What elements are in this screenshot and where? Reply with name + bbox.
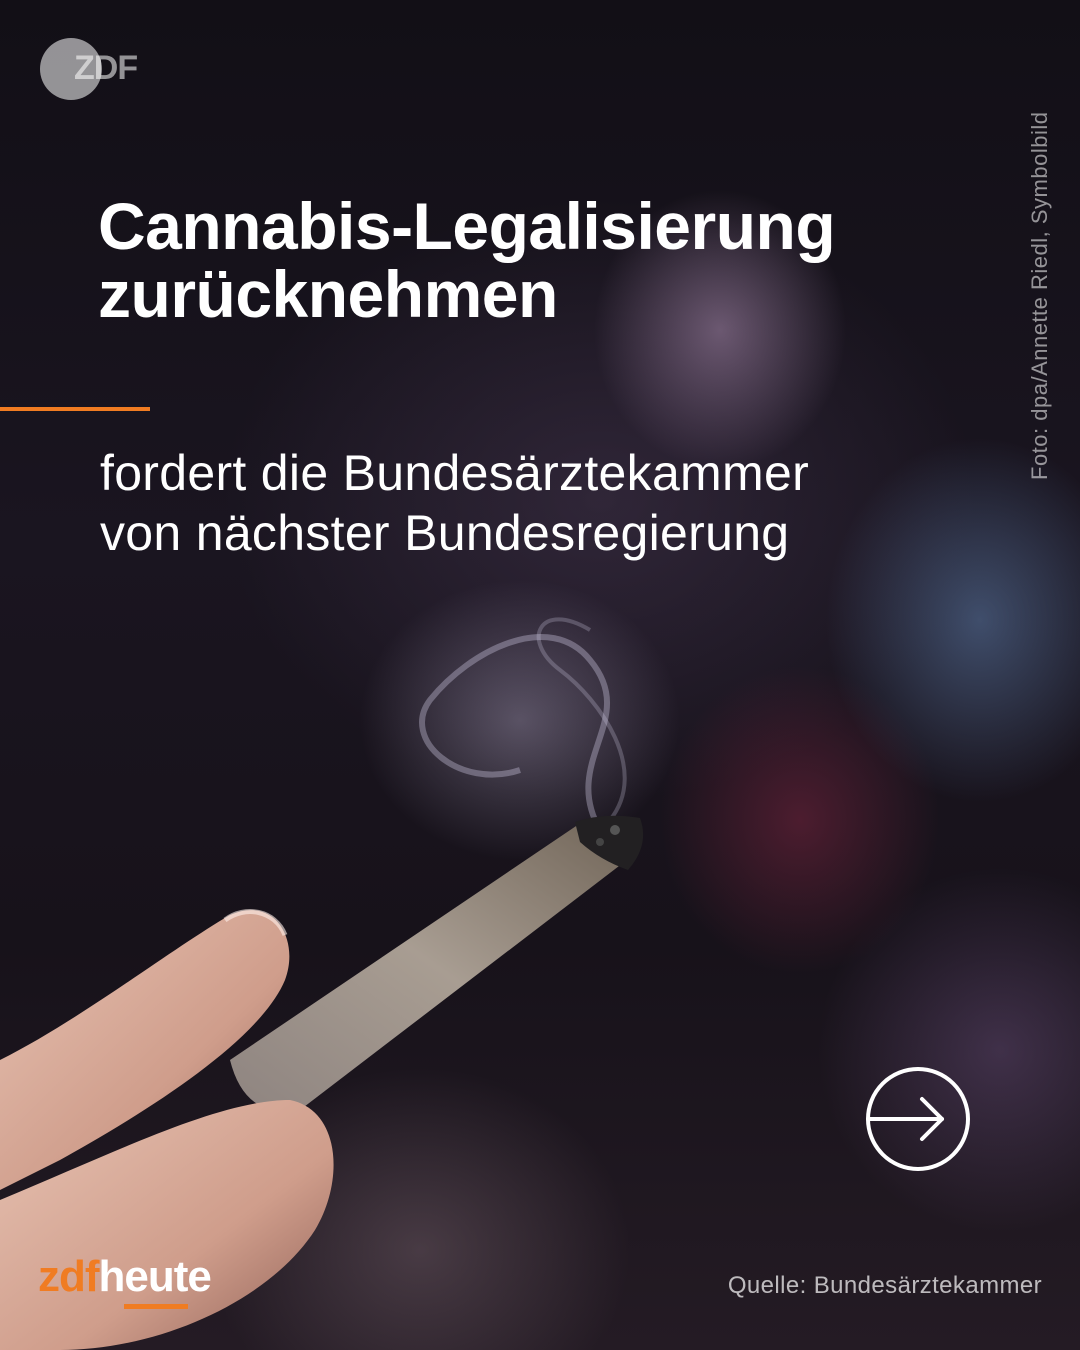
post-card: ZDF Foto: dpa/Annette Riedl, Symbolbild … <box>0 0 1080 1350</box>
zdf-logo: ZDF <box>40 38 150 102</box>
source-note: Quelle: Bundesärztekammer <box>727 1272 1042 1299</box>
subline: fordert die Bundesärztekammer von nächst… <box>100 443 1020 563</box>
brand-zdf: zdf <box>38 1252 100 1301</box>
subline-line-1: fordert die Bundesärztekammer <box>100 445 810 501</box>
subline-line-2: von nächster Bundesregierung <box>100 505 790 561</box>
accent-divider <box>0 407 150 411</box>
brand-heute: heute <box>98 1252 212 1301</box>
brand-underline <box>124 1304 188 1309</box>
headline-line-2: zurücknehmen <box>98 257 558 331</box>
headline-line-1: Cannabis-Legalisierung <box>98 189 836 263</box>
photo-credit: Foto: dpa/Annette Riedl, Symbolbild <box>1027 111 1052 480</box>
headline: Cannabis-Legalisierung zurücknehmen <box>98 192 998 328</box>
zdfheute-logo: zdfheute <box>38 1252 212 1312</box>
arrow-right-circle-icon <box>866 1067 970 1171</box>
zdf-logo-wordmark: ZDF <box>74 49 138 87</box>
next-slide-button[interactable] <box>864 1065 972 1173</box>
